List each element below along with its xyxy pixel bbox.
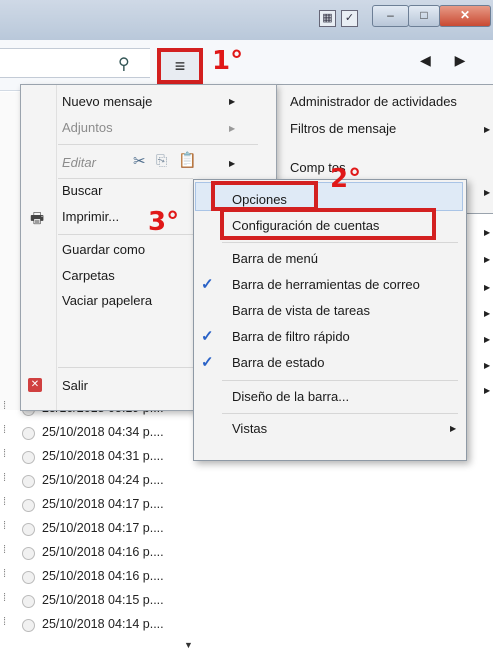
read-status-icon: ⁞ [3, 472, 7, 484]
menu-item-toolbar-layout[interactable]: Diseño de la barra... [232, 389, 349, 404]
menu-separator [222, 413, 458, 414]
list-item[interactable]: ⁞ 25/10/2018 04:16 p.... [0, 566, 195, 590]
star-icon[interactable] [22, 451, 35, 464]
list-item[interactable]: ⁞ 25/10/2018 04:34 p.... [0, 422, 195, 446]
annotation-step-1: 1° [212, 46, 244, 76]
message-date: 25/10/2018 04:24 p.... [42, 473, 164, 487]
star-icon[interactable] [22, 499, 35, 512]
menu-separator [222, 380, 458, 381]
read-status-icon: ⁞ [3, 496, 7, 508]
star-icon[interactable] [22, 571, 35, 584]
search-icon[interactable]: ⚲ [118, 54, 130, 74]
message-date: 25/10/2018 04:16 p.... [42, 545, 164, 559]
list-item[interactable]: ⁞ 25/10/2018 04:15 p.... [0, 590, 195, 614]
read-status-icon: ⁞ [3, 400, 7, 412]
list-item[interactable]: ⁞ 25/10/2018 04:17 p.... [0, 518, 195, 542]
menu-item-task-view-bar[interactable]: Barra de vista de tareas [232, 303, 370, 318]
star-icon[interactable] [22, 427, 35, 440]
read-status-icon: ⁞ [3, 424, 7, 436]
chevron-right-icon: ▶ [229, 124, 236, 133]
close-button[interactable]: ✕ [439, 5, 491, 27]
chevron-right-icon: ▶ [229, 97, 236, 106]
read-status-icon: ⁞ [3, 520, 7, 532]
checkmark-icon: ✓ [201, 276, 214, 293]
message-date: 25/10/2018 04:17 p.... [42, 521, 164, 535]
read-status-icon: ⁞ [3, 448, 7, 460]
menu-item-status-bar[interactable]: Barra de estado [232, 355, 325, 370]
read-status-icon: ⁞ [3, 592, 7, 604]
chevron-right-icon: ▶ [484, 228, 491, 237]
chevron-right-icon: ▶ [484, 188, 491, 197]
checkmark-icon: ✓ [201, 354, 214, 371]
annotation-box-opciones [211, 181, 318, 211]
chevron-right-icon: ▶ [484, 255, 491, 264]
menu-item-edit[interactable]: Editar [62, 155, 242, 175]
menu-separator [58, 144, 258, 145]
chevron-right-icon: ▶ [484, 335, 491, 344]
annotation-box-configuracion [220, 208, 436, 240]
star-icon[interactable] [22, 547, 35, 560]
star-icon[interactable] [22, 523, 35, 536]
read-status-icon: ⁞ [3, 616, 7, 628]
minimize-button[interactable]: – [372, 5, 409, 27]
list-item[interactable]: ⁞ 25/10/2018 04:24 p.... [0, 470, 195, 494]
tasks-icon[interactable]: ✓ [341, 10, 358, 27]
star-icon[interactable] [22, 619, 35, 632]
maximize-button[interactable]: □ [408, 5, 440, 27]
menu-separator [222, 242, 458, 243]
printer-icon: 🖶 [30, 210, 45, 227]
annotation-step-3: 3° [148, 207, 180, 237]
chevron-right-icon: ▶ [484, 386, 491, 395]
menu-item-message-filters[interactable]: Filtros de mensaje [290, 121, 396, 136]
message-date: 25/10/2018 04:31 p.... [42, 449, 164, 463]
list-item[interactable]: ⁞ 25/10/2018 04:14 p.... [0, 614, 195, 638]
menu-item-views[interactable]: Vistas [232, 421, 267, 436]
chevron-right-icon: ▶ [484, 125, 491, 134]
menu-item-attachments[interactable]: Adjuntos [62, 120, 242, 140]
annotation-step-2: 2° [330, 164, 362, 194]
message-date: 25/10/2018 04:34 p.... [42, 425, 164, 439]
paste-icon[interactable]: 📋 [178, 151, 197, 169]
list-item[interactable]: ⁞ 25/10/2018 04:16 p.... [0, 542, 195, 566]
menu-item-new-message[interactable]: Nuevo mensaje [62, 94, 242, 114]
menu-separator [58, 367, 193, 368]
app-menu-button[interactable]: ≡ [157, 48, 203, 84]
message-date: 25/10/2018 04:17 p.... [42, 497, 164, 511]
message-date: 25/10/2018 04:14 p.... [42, 617, 164, 631]
menu-item-quick-filter-bar[interactable]: Barra de filtro rápido [232, 329, 350, 344]
list-item[interactable]: ⁞ 25/10/2018 04:17 p.... [0, 494, 195, 518]
message-date: 25/10/2018 04:15 p.... [42, 593, 164, 607]
message-list-edge [0, 92, 20, 410]
read-status-icon: ⁞ [3, 568, 7, 580]
tab-scroll-arrows[interactable]: ◀ ▶ [420, 52, 475, 69]
list-item[interactable]: ⁞ 25/10/2018 04:31 p.... [0, 446, 195, 470]
chevron-right-icon: ▶ [229, 159, 236, 168]
menu-item-menu-bar[interactable]: Barra de menú [232, 251, 318, 266]
scroll-down-arrow-icon[interactable]: ▼ [184, 640, 193, 650]
menu-item-activity-manager[interactable]: Administrador de actividades [290, 94, 457, 109]
checkmark-icon: ✓ [201, 328, 214, 345]
chevron-right-icon: ▶ [484, 309, 491, 318]
chevron-right-icon: ▶ [484, 361, 491, 370]
cut-icon[interactable]: ✂ [133, 152, 146, 170]
star-icon[interactable] [22, 475, 35, 488]
star-icon[interactable] [22, 595, 35, 608]
calendar-icon[interactable]: ▦ [319, 10, 336, 27]
hamburger-icon: ≡ [174, 56, 186, 76]
exit-icon: ✕ [28, 378, 42, 392]
chevron-right-icon: ▶ [484, 283, 491, 292]
chevron-right-icon: ▶ [450, 424, 457, 433]
menu-separator [58, 178, 193, 179]
read-status-icon: ⁞ [3, 544, 7, 556]
copy-icon[interactable]: ⎘ [156, 152, 167, 169]
menu-item-mail-toolbar[interactable]: Barra de herramientas de correo [232, 277, 420, 292]
message-date: 25/10/2018 04:16 p.... [42, 569, 164, 583]
